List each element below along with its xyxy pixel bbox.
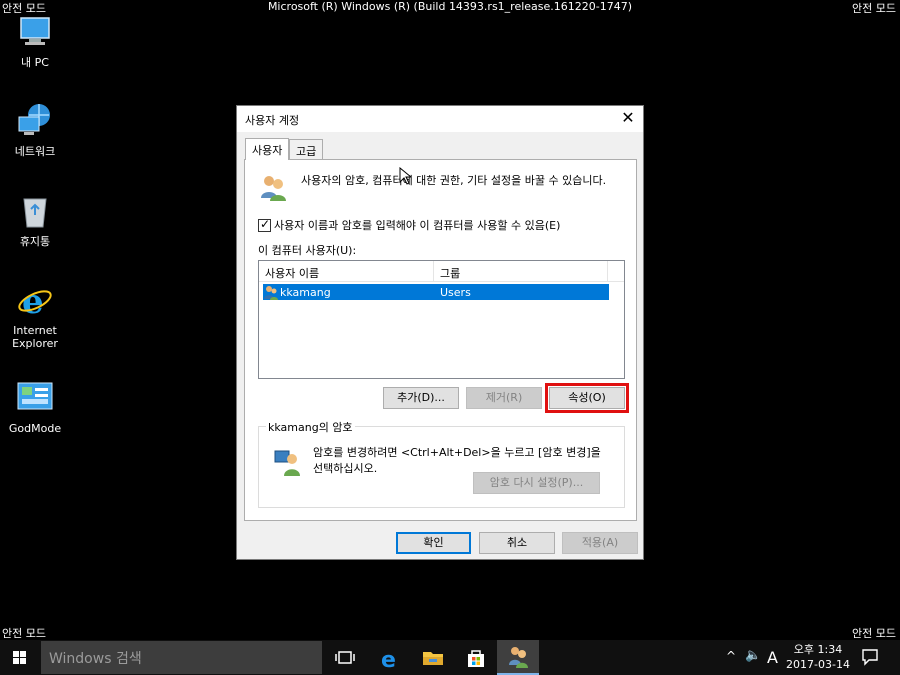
desktop-icon-label: 네트워크 [14, 145, 56, 158]
windows-logo-icon [13, 651, 26, 664]
reset-password-button[interactable]: 암호 다시 설정(P)... [473, 472, 600, 494]
remove-user-button[interactable]: 제거(R) [466, 387, 542, 409]
task-view-icon[interactable] [332, 645, 358, 671]
list-item[interactable]: kkamang Users [263, 284, 609, 300]
action-center-icon[interactable] [861, 648, 879, 666]
column-header-group[interactable]: 그룹 [434, 261, 608, 281]
tab-users[interactable]: 사용자 [245, 138, 290, 160]
desktop-icon-internet-explorer[interactable]: e Internet Explorer [4, 280, 66, 350]
title-bar[interactable]: 사용자 계정 ✕ [237, 106, 643, 132]
clock-date: 2017-03-14 [786, 658, 850, 671]
desktop-icon-label: 휴지통 [19, 235, 51, 248]
dialog-title: 사용자 계정 [245, 114, 300, 127]
tab-panel-users: 사용자의 암호, 컴퓨터에 대한 권한, 기타 설정을 바꿀 수 있습니다. 사… [244, 159, 637, 521]
intro-text: 사용자의 암호, 컴퓨터에 대한 권한, 기타 설정을 바꿀 수 있습니다. [301, 174, 607, 187]
tab-advanced[interactable]: 고급 [289, 139, 324, 159]
desktop-icon-godmode[interactable]: GodMode [4, 378, 66, 435]
user-accounts-dialog: 사용자 계정 ✕ 사용자 고급 사용자의 암호, 컴퓨터에 대한 권한, 기타 … [236, 105, 644, 560]
require-password-label: 사용자 이름과 암호를 입력해야 이 컴퓨터를 사용할 수 있음(E) [274, 219, 561, 232]
svg-text:e: e [381, 648, 396, 671]
taskbar: Windows 검색 e ^ 🔈 A 오후 1:34 2017-03-14 [0, 640, 900, 675]
users-icon [509, 647, 528, 668]
users-list-label: 이 컴퓨터 사용자(U): [258, 244, 357, 257]
file-explorer-icon[interactable] [420, 645, 446, 671]
properties-button[interactable]: 속성(O) [545, 383, 629, 413]
desktop-icon-label: GodMode [8, 422, 62, 435]
start-button[interactable] [0, 640, 40, 675]
ie-icon: e [15, 280, 55, 322]
cancel-button[interactable]: 취소 [479, 532, 555, 554]
ok-button[interactable]: 확인 [396, 532, 471, 554]
svg-text:e: e [22, 282, 44, 320]
user-icon [263, 284, 279, 300]
list-item-username: kkamang [280, 285, 331, 299]
taskbar-clock[interactable]: 오후 1:34 2017-03-14 [784, 642, 852, 672]
password-user-icon [273, 447, 303, 477]
desktop-icon-label: 내 PC [21, 56, 49, 69]
user-accounts-taskbar-button[interactable] [497, 640, 539, 675]
desktop-icon-label: Internet Explorer [12, 324, 58, 350]
recycle-bin-icon [15, 191, 55, 231]
show-hidden-icons-chevron-icon[interactable]: ^ [726, 649, 736, 663]
desktop-icon-this-pc[interactable]: 내 PC [4, 12, 66, 69]
users-icon [258, 172, 288, 202]
require-password-checkbox[interactable] [258, 217, 271, 232]
column-header-username[interactable]: 사용자 이름 [259, 261, 434, 281]
volume-muted-icon[interactable]: 🔈 [745, 648, 761, 663]
mouse-cursor-icon [399, 166, 413, 185]
list-item-group: Users [440, 285, 471, 299]
store-icon[interactable] [463, 645, 489, 671]
apply-button[interactable]: 적용(A) [562, 532, 638, 554]
build-info: Microsoft (R) Windows (R) (Build 14393.r… [267, 0, 633, 13]
require-password-checkbox-row[interactable]: 사용자 이름과 암호를 입력해야 이 컴퓨터를 사용할 수 있음(E) [258, 217, 560, 233]
edge-icon[interactable]: e [377, 645, 403, 673]
password-group-box: kkamang의 암호 암호를 변경하려면 <Ctrl+Alt+Del>을 누르… [258, 419, 625, 508]
computer-icon [15, 12, 55, 52]
desktop-icon-recycle-bin[interactable]: 휴지통 [4, 191, 66, 248]
close-button[interactable]: ✕ [613, 106, 643, 132]
password-group-title: kkamang의 암호 [266, 419, 355, 435]
users-list[interactable]: 사용자 이름 그룹 kkamang Users [258, 260, 625, 379]
desktop-icon-network[interactable]: 네트워크 [4, 101, 66, 158]
safe-mode-label: 안전 모드 [852, 627, 896, 640]
search-input[interactable]: Windows 검색 [41, 641, 322, 674]
safe-mode-label: 안전 모드 [2, 627, 46, 640]
list-header: 사용자 이름 그룹 [259, 261, 624, 282]
network-icon [15, 101, 55, 141]
clock-time: 오후 1:34 [793, 643, 843, 656]
add-user-button[interactable]: 추가(D)... [383, 387, 459, 409]
ime-indicator[interactable]: A [767, 648, 778, 667]
control-panel-icon [15, 378, 55, 418]
